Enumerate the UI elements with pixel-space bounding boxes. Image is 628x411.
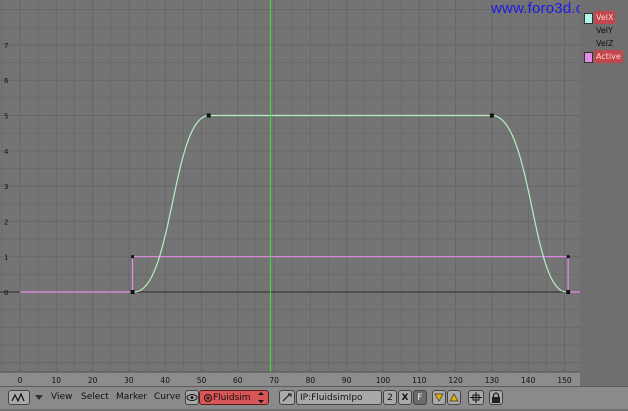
y-axis-tick-label: 7 [4,42,8,50]
channel-vely-swatch[interactable] [584,26,591,35]
channel-vely[interactable]: VelY [580,24,628,37]
copy-keys-icon[interactable] [432,390,446,405]
y-axis-tick-label: 0 [4,289,8,297]
ipo-graph-canvas[interactable]: 012345670 10 20 30 40 50 60 70 80 90 100 110 120 130 1… [0,0,580,386]
channel-velz[interactable]: VelZ [580,37,628,50]
frame-tick-label: 90 [342,376,352,385]
ipo-block-name: IP:FluidsimIpo [300,393,363,403]
channel-active[interactable]: Active [580,50,628,63]
frame-tick-label: 50 [197,376,207,385]
channel-velz-swatch[interactable] [584,39,591,48]
frame-tick-label: 0 [18,376,23,385]
channel-velz-label: VelZ [596,39,614,48]
frame-tick-label: 70 [269,376,279,385]
frame-tick-label: 150 [557,376,572,385]
ipo-editor-icon[interactable] [8,390,30,405]
ipo-type-label: Fluidsim [213,393,251,403]
users-count-button[interactable]: 2 [383,390,397,405]
channel-active-swatch[interactable] [584,52,593,63]
frame-tick-label: 40 [160,376,170,385]
velx-keyframe-point [489,113,494,118]
velx-keyframe-point [130,290,135,294]
channel-velx-swatch[interactable] [584,13,593,24]
active-keyframe-point [131,255,135,259]
frame-tick-label: 130 [485,376,500,385]
frame-tick-label: 80 [306,376,316,385]
y-axis-tick-label: 5 [4,113,8,121]
y-axis-tick-label: 2 [4,218,8,226]
channel-list: VelX VelY VelZ Active [580,0,628,372]
ipo-graph-area[interactable]: 0 1 2 3 4 5 6 7 0 10 20 30 40 50 60 70 80 90 100 110 120 130 1… [0,0,580,386]
unlink-ipo-button[interactable]: X [398,390,412,405]
fake-user-button[interactable]: F [413,390,427,405]
frame-tick-label: 100 [376,376,391,385]
velx-keyframe-point [566,290,571,294]
menu-view[interactable]: View [51,390,72,405]
frame-tick-label: 10 [52,376,62,385]
channel-vely-label: VelY [596,26,613,35]
frame-tick-label: 60 [233,376,243,385]
ipo-block-name-field[interactable]: IP:FluidsimIpo [296,390,382,405]
y-axis-tick-label: 4 [4,148,9,156]
ipo-header: View Select Marker Curve Fluidsim IP:Flu… [0,386,628,409]
ipo-browse-icon[interactable] [279,390,295,405]
eye-icon[interactable] [185,390,199,405]
paste-keys-icon[interactable] [447,390,461,405]
y-axis-tick-label: 1 [4,254,8,262]
frame-tick-label: 120 [448,376,463,385]
menu-collapse-triangle-icon[interactable] [34,390,44,405]
menu-marker[interactable]: Marker [116,390,147,405]
frame-tick-label: 20 [88,376,98,385]
ipo-type-select[interactable]: Fluidsim [199,390,269,405]
frame-tick-label: 30 [124,376,134,385]
channel-velx-label: VelX [594,11,616,24]
channel-velx[interactable]: VelX [580,11,628,24]
y-axis-tick-label: 3 [4,183,8,191]
frame-tick-label: 140 [521,376,536,385]
menu-curve[interactable]: Curve [154,390,181,405]
frame-tick-label: 110 [412,376,427,385]
zoom-border-icon[interactable] [468,390,484,405]
active-keyframe-point [566,255,570,259]
menu-select[interactable]: Select [81,390,109,405]
y-axis-tick-label: 6 [4,77,9,85]
velx-keyframe-point [206,113,211,118]
lock-icon[interactable] [489,390,503,405]
channel-active-label: Active [594,50,623,63]
